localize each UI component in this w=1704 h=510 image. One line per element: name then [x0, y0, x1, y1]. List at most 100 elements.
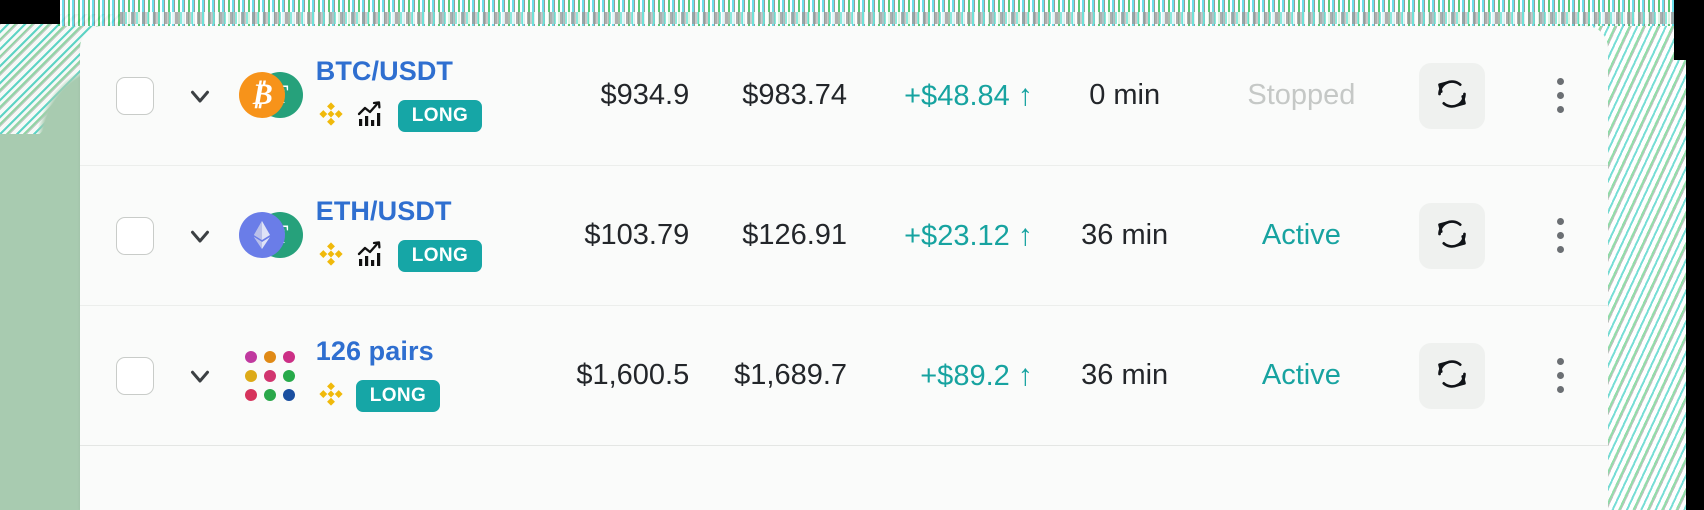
- row-tags: LONG: [316, 239, 530, 274]
- pair-dot-2: [263, 350, 276, 363]
- pair-name-link[interactable]: 126 pairs: [316, 337, 530, 365]
- backdrop-corner-top-right: [1674, 0, 1704, 60]
- row-select-cell: [104, 216, 166, 255]
- backdrop-corner-top-left: [0, 0, 60, 24]
- current-value: $983.74: [742, 79, 848, 111]
- row-checkbox[interactable]: [115, 356, 154, 395]
- chart-bars-icon[interactable]: [356, 239, 388, 274]
- row-runtime-cell: 36 min: [1039, 219, 1211, 252]
- chevron-down-icon[interactable]: [185, 81, 215, 111]
- row-runtime-cell: 0 min: [1039, 79, 1211, 112]
- table-row[interactable]: ₮₿BTC/USDTLONG$934.9$983.74+$48.84↑0 min…: [80, 26, 1608, 166]
- binance-diamond-icon: [316, 379, 346, 414]
- pair-name-link[interactable]: BTC/USDT: [316, 57, 530, 85]
- row-tags: LONG: [316, 379, 530, 414]
- row-select-cell: [104, 76, 166, 115]
- pair-icons: ₮₿: [238, 70, 303, 122]
- row-menu-cell: [1512, 353, 1608, 399]
- row-runtime-cell: 36 min: [1039, 359, 1211, 392]
- deals-table-card: ₮₿BTC/USDTLONG$934.9$983.74+$48.84↑0 min…: [80, 26, 1608, 510]
- row-pnl-cell: +$23.12 ↑: [847, 219, 1039, 253]
- pair-name-link[interactable]: ETH/USDT: [316, 197, 530, 225]
- pnl-value: +$48.84: [904, 79, 1010, 112]
- runtime-value: 36 min: [1081, 219, 1169, 251]
- ethereum-coin-icon: [238, 211, 285, 258]
- row-checkbox[interactable]: [115, 76, 154, 115]
- pair-icons: ₮: [238, 210, 303, 262]
- row-pair-cell: ETH/USDT LONG: [306, 197, 530, 274]
- refresh-icon: [1435, 217, 1469, 254]
- row-status-cell: Stopped: [1211, 79, 1393, 112]
- row-action-cell: [1392, 342, 1512, 409]
- row-invested-cell: $1,600.5: [529, 359, 689, 392]
- row-expand-cell: [166, 81, 234, 111]
- bitcoin-coin-icon: ₿: [238, 71, 285, 118]
- backdrop-noise-top-secondary: [120, 12, 1678, 24]
- row-tags: LONG: [316, 99, 530, 134]
- side-badge: LONG: [355, 380, 441, 412]
- kebab-menu-icon[interactable]: [1540, 213, 1580, 259]
- row-icon-cell: [234, 348, 306, 404]
- pnl-up-arrow-icon: ↑: [1017, 218, 1033, 252]
- refresh-icon: [1435, 357, 1469, 394]
- pnl-up-arrow-icon: ↑: [1017, 358, 1033, 392]
- kebab-menu-icon[interactable]: [1540, 353, 1580, 399]
- table-empty-row: [80, 446, 1608, 510]
- row-pair-cell: 126 pairs LONG: [306, 337, 530, 414]
- chevron-down-icon[interactable]: [185, 361, 215, 391]
- pair-dot-5: [263, 369, 276, 382]
- kebab-menu-icon[interactable]: [1540, 73, 1580, 119]
- row-status-cell: Active: [1211, 219, 1393, 252]
- pair-dot-6: [282, 369, 295, 382]
- backdrop-edge-right: [1686, 54, 1704, 510]
- pair-dot-7: [244, 388, 257, 401]
- invested-value: $1,600.5: [576, 359, 690, 391]
- multi-pair-dots-icon: [242, 348, 298, 404]
- row-current-cell: $983.74: [689, 79, 847, 112]
- row-pnl-cell: +$89.2 ↑: [847, 359, 1039, 393]
- row-current-cell: $1,689.7: [689, 359, 847, 392]
- row-icon-cell: ₮: [234, 210, 306, 262]
- row-status-cell: Active: [1211, 359, 1393, 392]
- pnl-up-arrow-icon: ↑: [1017, 78, 1033, 112]
- current-value: $1,689.7: [734, 359, 848, 391]
- deals-table-body: ₮₿BTC/USDTLONG$934.9$983.74+$48.84↑0 min…: [80, 26, 1608, 446]
- refresh-button[interactable]: [1419, 62, 1486, 129]
- row-invested-cell: $934.9: [529, 79, 690, 112]
- refresh-button[interactable]: [1419, 342, 1486, 409]
- row-select-cell: [104, 356, 166, 395]
- table-row[interactable]: 126 pairs LONG $1,600.5 $1,689.7 +$89.2 ↑ 36 m…: [80, 306, 1608, 446]
- binance-diamond-icon: [316, 99, 346, 134]
- current-value: $126.91: [742, 219, 848, 251]
- row-action-cell: [1392, 62, 1512, 129]
- refresh-icon: [1435, 77, 1469, 114]
- runtime-value: 36 min: [1081, 359, 1169, 391]
- pnl-value: +$89.2: [920, 359, 1010, 392]
- status-badge: Active: [1261, 359, 1341, 391]
- refresh-button[interactable]: [1419, 202, 1486, 269]
- chart-bars-icon[interactable]: [356, 99, 388, 134]
- chevron-down-icon[interactable]: [185, 221, 215, 251]
- binance-diamond-icon: [316, 239, 346, 274]
- row-pnl-cell: +$48.84 ↑: [847, 79, 1039, 113]
- status-badge: Stopped: [1247, 79, 1356, 111]
- pair-dot-9: [282, 388, 295, 401]
- side-badge: LONG: [397, 240, 483, 272]
- runtime-value: 0 min: [1089, 79, 1161, 111]
- row-icon-cell: ₮₿: [234, 70, 306, 122]
- pair-dot-3: [282, 350, 295, 363]
- invested-value: $103.79: [584, 219, 690, 251]
- row-current-cell: $126.91: [689, 219, 847, 252]
- row-checkbox[interactable]: [115, 216, 154, 255]
- row-expand-cell: [166, 361, 234, 391]
- row-expand-cell: [166, 221, 234, 251]
- table-row[interactable]: ₮ETH/USDTLONG$103.79$126.91+$23.12↑36 mi…: [80, 166, 1608, 306]
- pair-dot-1: [244, 350, 257, 363]
- pnl-value: +$23.12: [904, 219, 1010, 252]
- invested-value: $934.9: [600, 79, 690, 111]
- pair-dot-8: [263, 388, 276, 401]
- row-menu-cell: [1512, 213, 1608, 259]
- row-pair-cell: BTC/USDT LONG: [306, 57, 530, 134]
- pair-dot-4: [244, 369, 257, 382]
- side-badge: LONG: [397, 100, 483, 132]
